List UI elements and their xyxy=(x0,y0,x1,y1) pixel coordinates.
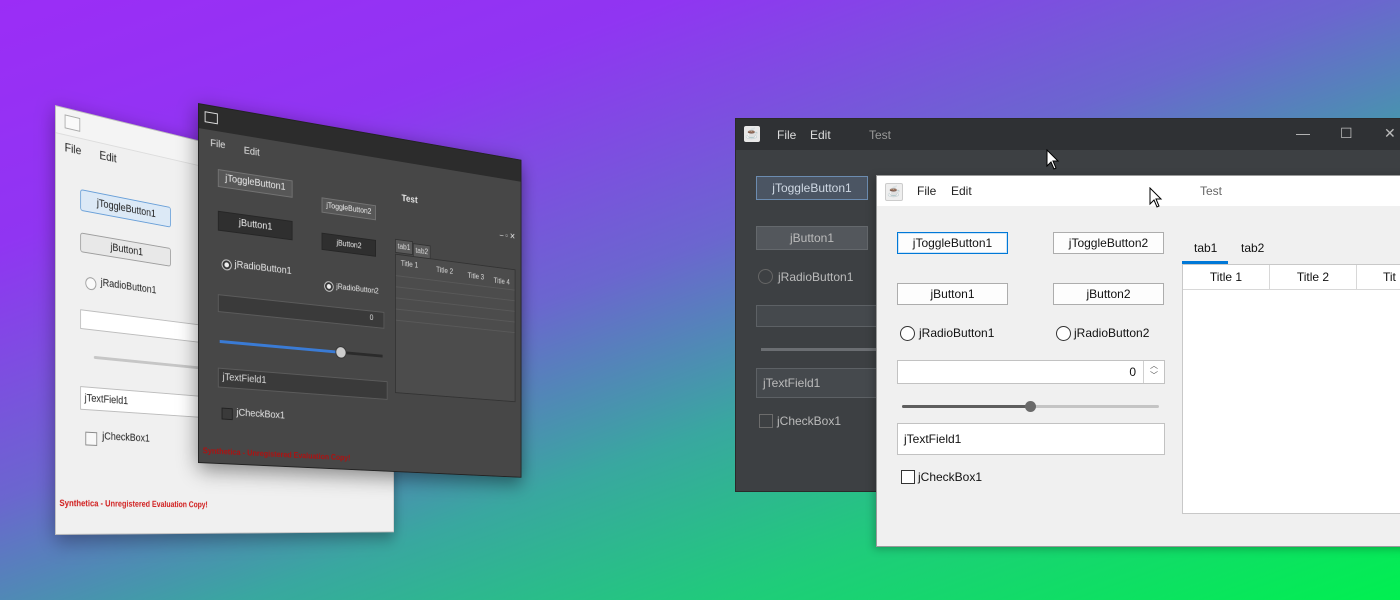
title-bar: ☕ File Edit Test — ☐ ✕ xyxy=(736,119,1400,150)
mouse-pointer-icon xyxy=(1046,149,1060,170)
menu-file[interactable]: File xyxy=(777,128,796,142)
spinner-value: 0 xyxy=(369,313,374,323)
checkbox-1[interactable] xyxy=(85,431,98,446)
button-1[interactable]: jButton1 xyxy=(756,226,868,250)
spinner-value: 0 xyxy=(1129,365,1136,379)
radio-2[interactable] xyxy=(324,280,334,293)
watermark: Synthetica - Unregistered Evaluation Cop… xyxy=(59,498,208,510)
window-title: Test xyxy=(1200,184,1223,198)
window-controls[interactable]: – ▫ ✕ xyxy=(500,230,516,242)
table-header-3[interactable]: Tit xyxy=(1357,265,1400,290)
button-1[interactable]: jButton1 xyxy=(217,210,293,241)
radio-1-label: jRadioButton1 xyxy=(234,259,292,277)
radio-2[interactable] xyxy=(1056,326,1071,341)
radio-1[interactable] xyxy=(900,326,915,341)
slider-thumb[interactable] xyxy=(335,345,347,360)
checkbox-1-label: jCheckBox1 xyxy=(918,470,983,484)
slider-track[interactable] xyxy=(219,339,383,360)
toggle-button-1[interactable]: jToggleButton1 xyxy=(217,169,293,198)
table: Title 1 Title 2 Tit xyxy=(1182,264,1400,514)
tab-2[interactable]: tab2 xyxy=(1241,241,1264,255)
checkbox-1[interactable] xyxy=(901,470,915,484)
text-field-value: jTextField1 xyxy=(904,432,962,446)
checkbox-1-label: jCheckBox1 xyxy=(102,430,150,445)
menu-edit[interactable]: Edit xyxy=(951,184,972,198)
table-header-1[interactable]: Title 1 xyxy=(1183,265,1270,290)
toggle-button-1[interactable]: jToggleButton1 xyxy=(897,232,1008,254)
window-title: Test xyxy=(869,128,892,142)
tab-1[interactable]: tab1 xyxy=(1194,241,1217,255)
radio-2-label: jRadioButton2 xyxy=(1074,326,1150,340)
minimize-icon[interactable]: — xyxy=(1296,125,1310,141)
menu-file[interactable]: File xyxy=(917,184,936,198)
radio-1-label: jRadioButton1 xyxy=(778,270,854,284)
window-title: Test xyxy=(401,193,418,206)
window-icon xyxy=(64,114,81,132)
text-field[interactable]: jTextField1 xyxy=(756,368,888,398)
table-header-4: Title 4 xyxy=(493,276,510,287)
slider-thumb[interactable] xyxy=(1025,401,1036,412)
close-icon[interactable]: ✕ xyxy=(1384,125,1396,142)
text-field[interactable]: jTextField1 xyxy=(897,423,1165,455)
tilted-dark-window: Test – ▫ ✕ File Edit jToggleButton1 jTog… xyxy=(198,103,522,478)
table-header-1: Title 1 xyxy=(400,259,419,270)
spinner-field[interactable]: 0 xyxy=(217,294,385,329)
table-header-3: Title 3 xyxy=(467,271,485,282)
radio-1-label: jRadioButton1 xyxy=(919,326,995,340)
slider-track[interactable] xyxy=(761,348,886,351)
table-header-2: Title 2 xyxy=(436,265,454,276)
spinner-arrows[interactable]: ︿ ﹀ xyxy=(1143,361,1164,383)
button-1[interactable]: jButton1 xyxy=(897,283,1008,305)
checkbox-1[interactable] xyxy=(759,414,773,428)
button-1[interactable]: jButton1 xyxy=(80,232,171,267)
checkbox-1[interactable] xyxy=(221,407,233,421)
radio-1-circle[interactable] xyxy=(85,276,97,291)
checkbox-1-label: jCheckBox1 xyxy=(777,414,842,428)
radio-1-label: jRadioButton1 xyxy=(100,276,157,297)
toggle-button-2[interactable]: jToggleButton2 xyxy=(321,197,376,221)
slider-track[interactable] xyxy=(902,401,1159,412)
spinner-field[interactable] xyxy=(756,305,888,327)
title-bar: ☕ File Edit Test xyxy=(877,176,1400,206)
menu-edit[interactable]: Edit xyxy=(99,148,116,165)
toggle-button-2[interactable]: jToggleButton2 xyxy=(1053,232,1164,254)
tab-1[interactable]: tab1 xyxy=(395,238,413,256)
button-2[interactable]: jButton2 xyxy=(1053,283,1164,305)
spinner-field[interactable]: 0 ︿ ﹀ xyxy=(897,360,1165,384)
text-field[interactable]: jTextField1 xyxy=(217,367,388,400)
menu-edit[interactable]: Edit xyxy=(244,145,260,158)
toggle-button-1[interactable]: jToggleButton1 xyxy=(80,189,171,228)
window-icon xyxy=(204,111,218,125)
radio-2-label: jRadioButton2 xyxy=(336,282,379,296)
menu-edit[interactable]: Edit xyxy=(810,128,831,142)
java-app-icon: ☕ xyxy=(744,126,760,142)
watermark: Synthetica - Unregistered Evaluation Cop… xyxy=(202,446,351,463)
text-field-value: jTextField1 xyxy=(763,376,821,390)
menu-file[interactable]: File xyxy=(210,138,225,151)
toggle-button-1[interactable]: jToggleButton1 xyxy=(756,176,868,200)
slider-fill xyxy=(902,405,1031,408)
mouse-pointer-icon xyxy=(1149,187,1163,208)
menu-file[interactable]: File xyxy=(65,140,82,158)
radio-1[interactable] xyxy=(758,269,773,284)
button-2[interactable]: jButton2 xyxy=(321,232,376,257)
java-app-icon: ☕ xyxy=(885,183,903,201)
slider-fill xyxy=(219,339,341,354)
table-header-2[interactable]: Title 2 xyxy=(1270,265,1357,290)
table: Title 1 Title 2 Title 3 Title 4 xyxy=(395,253,516,403)
title-bar: Test – ▫ ✕ xyxy=(198,104,521,241)
right-light-window: ☕ File Edit Test jToggleButton1 jToggleB… xyxy=(876,175,1400,547)
maximize-icon[interactable]: ☐ xyxy=(1340,125,1353,142)
checkbox-1-label: jCheckBox1 xyxy=(236,407,285,422)
radio-1[interactable] xyxy=(221,258,232,271)
